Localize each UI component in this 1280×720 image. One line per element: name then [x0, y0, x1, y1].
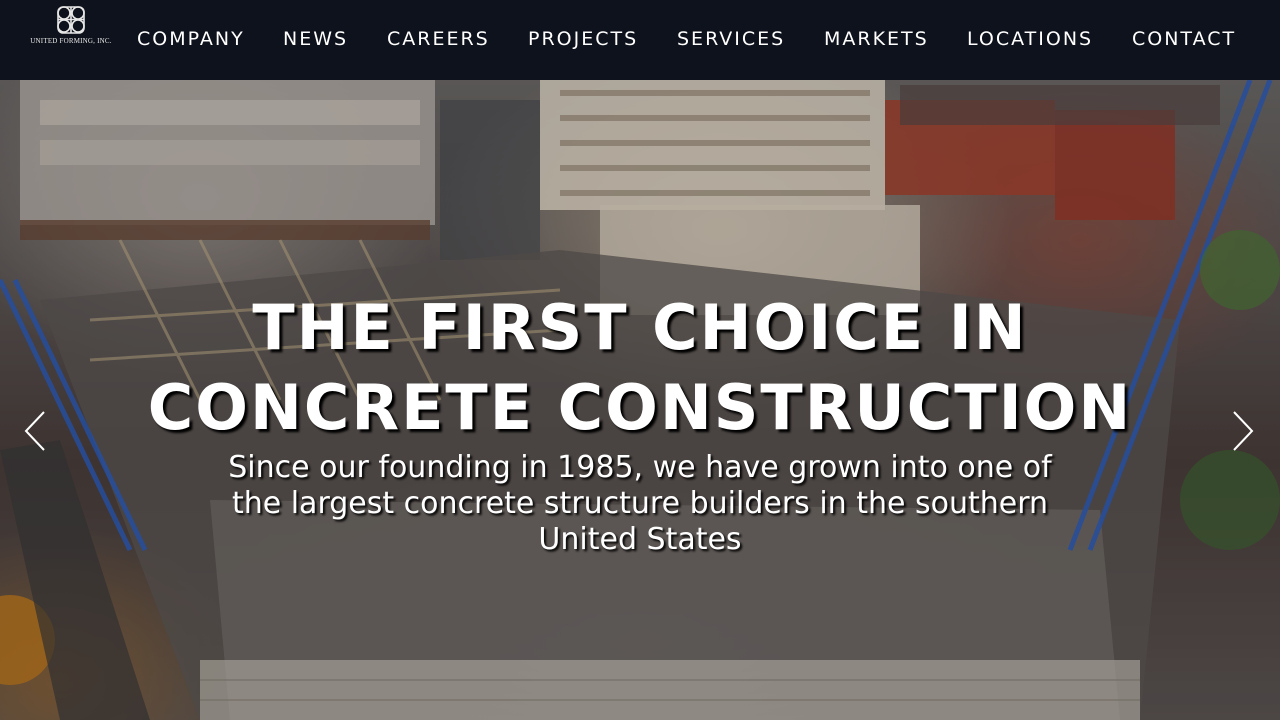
hero-title-line-1: THE FIRST CHOICE IN	[252, 291, 1028, 364]
chevron-right-icon	[1233, 411, 1254, 451]
nav-services[interactable]: SERVICES	[677, 28, 785, 50]
hero-title-line-2: CONCRETE CONSTRUCTION	[147, 371, 1133, 444]
carousel-prev-button[interactable]	[20, 410, 50, 452]
nav-markets[interactable]: MARKETS	[824, 28, 929, 50]
logo-text: UNITED FORMING, INC.	[30, 37, 112, 45]
knot-logo-icon	[57, 6, 85, 34]
hero-title: THE FIRST CHOICE IN CONCRETE CONSTRUCTIO…	[140, 288, 1140, 448]
nav-contact[interactable]: CONTACT	[1132, 28, 1236, 50]
carousel-next-button[interactable]	[1228, 410, 1258, 452]
nav-careers[interactable]: CAREERS	[387, 28, 490, 50]
nav-news[interactable]: NEWS	[283, 28, 348, 50]
nav-company[interactable]: COMPANY	[137, 28, 245, 50]
site-header: UNITED FORMING, INC. COMPANY NEWS CAREER…	[0, 0, 1280, 80]
chevron-left-icon	[24, 411, 45, 451]
nav-projects[interactable]: PROJECTS	[528, 28, 638, 50]
hero-carousel: THE FIRST CHOICE IN CONCRETE CONSTRUCTIO…	[0, 80, 1280, 720]
company-logo[interactable]: UNITED FORMING, INC.	[26, 4, 118, 48]
nav-locations[interactable]: LOCATIONS	[967, 28, 1093, 50]
hero-subtitle: Since our founding in 1985, we have grow…	[228, 450, 1052, 557]
